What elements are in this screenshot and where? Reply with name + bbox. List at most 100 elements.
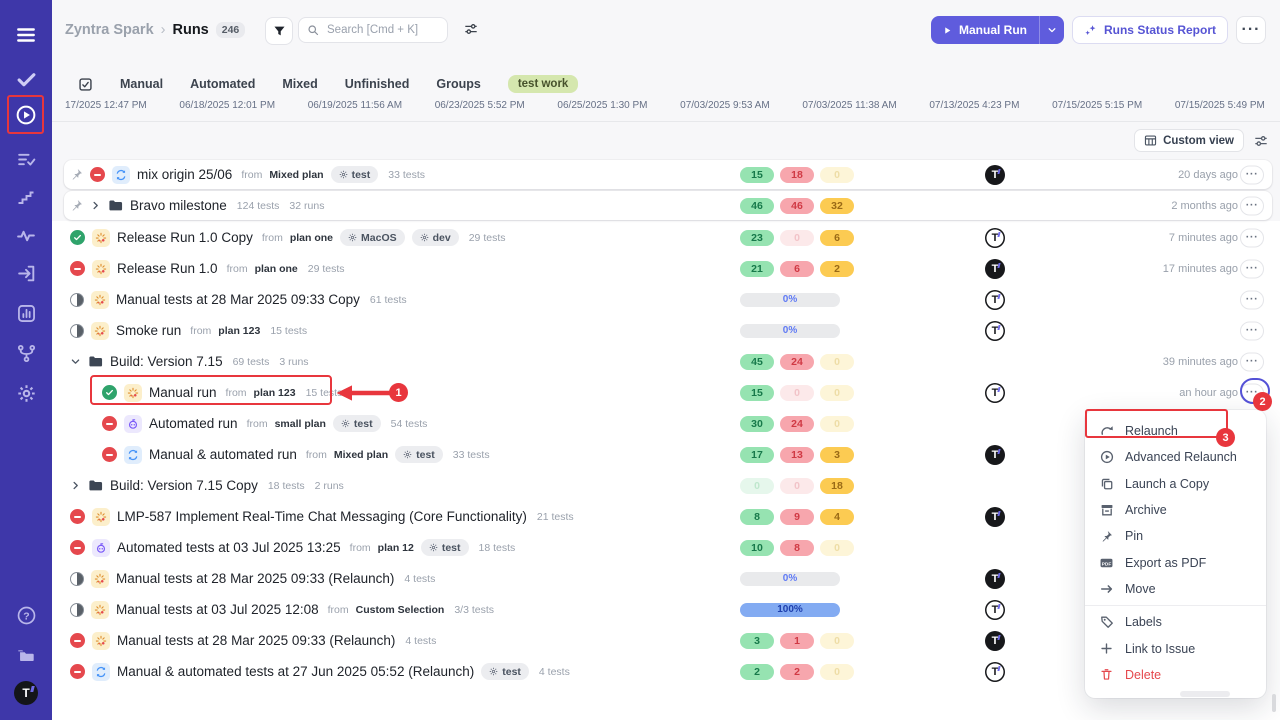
row-menu-button[interactable]: ··· — [1240, 290, 1264, 309]
horizontal-scrollbar[interactable] — [1180, 691, 1230, 697]
view-settings-icon[interactable] — [1254, 134, 1268, 148]
run-row[interactable]: Release Run 1.0 Copyfromplan oneMacOSdev… — [64, 222, 1272, 253]
vertical-scrollbar[interactable] — [1272, 694, 1276, 712]
assignee-avatar[interactable]: T — [985, 631, 1005, 651]
run-name[interactable]: Bravo milestone — [130, 198, 227, 213]
tag-filter-test-work[interactable]: test work — [508, 75, 579, 93]
tab-unfinished[interactable]: Unfinished — [345, 77, 410, 91]
assignee-avatar[interactable]: T — [985, 600, 1005, 620]
sidebar-item-projects[interactable] — [0, 640, 52, 670]
menu-item-advanced-relaunch[interactable]: Advanced Relaunch — [1085, 444, 1266, 470]
assignee-avatar[interactable]: T — [985, 445, 1005, 465]
run-name[interactable]: Manual tests at 28 Mar 2025 09:33 (Relau… — [116, 571, 394, 586]
tab-mixed[interactable]: Mixed — [282, 77, 317, 91]
run-row[interactable]: Build: Version 7.1569 tests3 runs4524039… — [64, 346, 1272, 377]
run-name[interactable]: Manual tests at 03 Jul 2025 12:08 — [116, 602, 319, 617]
row-menu-button[interactable]: ··· — [1240, 259, 1264, 278]
run-name[interactable]: LMP-587 Implement Real-Time Chat Messagi… — [117, 509, 527, 524]
run-plan[interactable]: plan one — [290, 232, 333, 244]
run-name[interactable]: Build: Version 7.15 Copy — [110, 478, 258, 493]
run-name[interactable]: Manual tests at 28 Mar 2025 09:33 (Relau… — [117, 633, 395, 648]
assignee-avatar[interactable]: T — [985, 165, 1005, 185]
run-name[interactable]: mix origin 25/06 — [137, 167, 232, 182]
menu-item-move[interactable]: Move — [1085, 576, 1266, 602]
assignee-avatar[interactable]: T — [985, 321, 1005, 341]
sidebar-item-test-cases[interactable] — [0, 144, 52, 174]
manual-run-button[interactable]: Manual Run — [931, 16, 1064, 44]
sidebar-item-settings[interactable] — [0, 378, 52, 408]
run-name[interactable]: Automated tests at 03 Jul 2025 13:25 — [117, 540, 341, 555]
search-box[interactable] — [298, 17, 448, 43]
assignee-avatar[interactable]: T — [985, 383, 1005, 403]
run-plan[interactable]: plan 123 — [254, 387, 296, 399]
assignee-avatar[interactable]: T — [985, 569, 1005, 589]
sidebar-item-runs-play[interactable] — [0, 100, 52, 130]
run-name[interactable]: Manual tests at 28 Mar 2025 09:33 Copy — [116, 292, 360, 307]
assignee-avatar[interactable]: T — [985, 228, 1005, 248]
run-name[interactable]: Release Run 1.0 — [117, 261, 218, 276]
sidebar-item-steps[interactable] — [0, 182, 52, 212]
filter-button[interactable] — [265, 17, 293, 45]
assignee-avatar[interactable]: T — [985, 662, 1005, 682]
run-row[interactable]: Smoke runfromplan 12315 tests0%T··· — [64, 315, 1272, 346]
run-name[interactable]: Manual & automated tests at 27 Jun 2025 … — [117, 664, 474, 679]
run-name[interactable]: Automated run — [149, 416, 238, 431]
row-menu-button[interactable]: ··· — [1240, 321, 1264, 340]
sidebar-item-tasks-check[interactable] — [0, 64, 52, 94]
assignee-avatar[interactable]: T — [985, 259, 1005, 279]
tab-groups[interactable]: Groups — [436, 77, 480, 91]
sidebar-item-menu[interactable] — [0, 20, 52, 50]
sidebar-user-avatar[interactable]: T — [0, 678, 52, 708]
menu-item-relaunch[interactable]: Relaunch — [1085, 418, 1266, 444]
sidebar-item-reports[interactable] — [0, 298, 52, 328]
run-name[interactable]: Release Run 1.0 Copy — [117, 230, 253, 245]
custom-view-button[interactable]: Custom view — [1134, 129, 1244, 152]
row-menu-button[interactable]: ··· — [1240, 165, 1264, 184]
menu-item-export-as-pdf[interactable]: PDFExport as PDF — [1085, 549, 1266, 575]
sidebar-item-versions[interactable] — [0, 338, 52, 368]
manual-run-dropdown[interactable] — [1039, 16, 1064, 44]
expand-chevron-icon[interactable] — [70, 356, 81, 367]
tab-automated[interactable]: Automated — [190, 77, 255, 91]
run-plan[interactable]: small plan — [275, 418, 326, 430]
run-row[interactable]: Manual tests at 28 Mar 2025 09:33 Copy61… — [64, 284, 1272, 315]
run-row[interactable]: Bravo milestone124 tests32 runs4646322 m… — [64, 191, 1272, 220]
breadcrumb-project[interactable]: Zyntra Spark — [65, 22, 154, 38]
search-settings-icon[interactable] — [464, 22, 478, 36]
row-menu-button[interactable]: ··· — [1240, 228, 1264, 247]
row-menu-button[interactable]: ··· — [1240, 196, 1264, 215]
run-plan[interactable]: Mixed plan — [334, 449, 388, 461]
menu-item-link-to-issue[interactable]: Link to Issue — [1085, 635, 1266, 661]
header-more-button[interactable]: ··· — [1236, 16, 1266, 44]
sidebar-item-activity[interactable] — [0, 220, 52, 250]
run-plan[interactable]: Mixed plan — [269, 169, 323, 181]
row-menu-button[interactable]: ··· — [1240, 352, 1264, 371]
assignee-avatar[interactable]: T — [985, 507, 1005, 527]
run-name[interactable]: Manual & automated run — [149, 447, 297, 462]
menu-item-pin[interactable]: Pin — [1085, 523, 1266, 549]
run-plan[interactable]: plan 123 — [218, 325, 260, 337]
runs-status-report-button[interactable]: Runs Status Report — [1072, 16, 1228, 44]
run-plan[interactable]: Custom Selection — [356, 604, 445, 616]
assignee-avatar[interactable]: T — [985, 290, 1005, 310]
menu-item-labels[interactable]: Labels — [1085, 609, 1266, 635]
all-runs-icon[interactable] — [78, 77, 93, 92]
sidebar-item-sign-in[interactable] — [0, 258, 52, 288]
expand-chevron-icon[interactable] — [90, 200, 101, 211]
run-plan[interactable]: plan one — [255, 263, 298, 275]
run-name[interactable]: Smoke run — [116, 323, 181, 338]
run-row[interactable]: mix origin 25/06fromMixed plantest33 tes… — [64, 160, 1272, 189]
menu-item-archive[interactable]: Archive — [1085, 497, 1266, 523]
run-plan[interactable]: plan 12 — [378, 542, 414, 554]
sidebar-item-help[interactable]: ? — [0, 600, 52, 630]
run-row[interactable]: Manual runfromplan 12315 tests1500Tan ho… — [64, 377, 1272, 408]
row-menu-button[interactable]: ··· — [1240, 383, 1264, 402]
expand-chevron-icon[interactable] — [70, 480, 81, 491]
run-name[interactable]: Manual run — [149, 385, 217, 400]
menu-item-launch-a-copy[interactable]: Launch a Copy — [1085, 471, 1266, 497]
search-input[interactable] — [325, 23, 439, 37]
tab-manual[interactable]: Manual — [120, 77, 163, 91]
run-row[interactable]: Release Run 1.0fromplan one29 tests2162T… — [64, 253, 1272, 284]
run-name[interactable]: Build: Version 7.15 — [110, 354, 223, 369]
menu-item-delete[interactable]: Delete — [1085, 662, 1266, 688]
